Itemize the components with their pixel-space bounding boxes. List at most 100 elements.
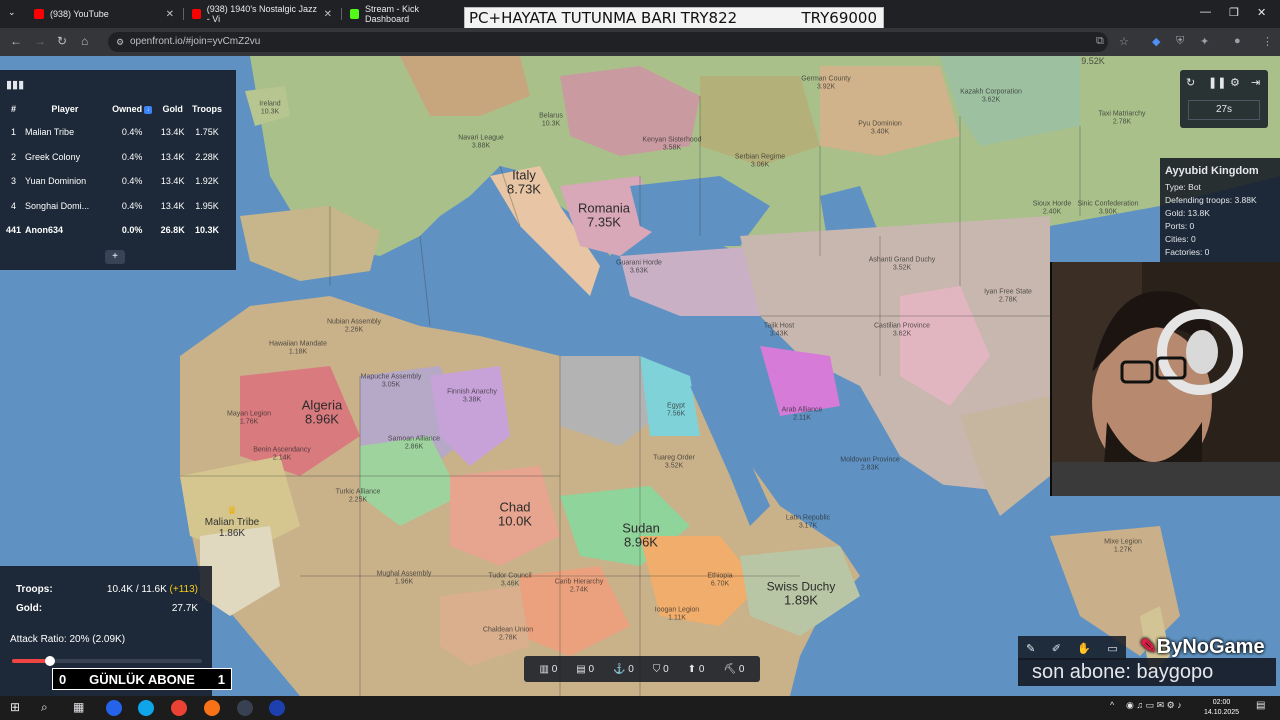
map-label-ethiopia[interactable]: Ethiopia 6.70K [707, 572, 732, 587]
map-label-ashanti[interactable]: Ashanti Grand Duchy 3.52K [869, 256, 936, 271]
forward-icon[interactable]: → [34, 34, 46, 48]
map-label-chaldean[interactable]: Chaldean Union 2.78K [483, 626, 533, 641]
copilot-icon[interactable] [106, 700, 122, 716]
map-label-belarus[interactable]: Belarus 10.3K [539, 112, 563, 127]
task-view-icon[interactable]: ▦ [73, 700, 84, 714]
chat-icon[interactable]: ▭ [1107, 642, 1117, 655]
col-player[interactable]: Player [23, 98, 107, 120]
address-bar[interactable]: ⚙ openfront.io/#join=yvCmZ2vu [108, 32, 1108, 52]
tab-search-icon[interactable]: ⌄ [8, 7, 16, 18]
search-icon[interactable]: ⌕ [41, 700, 48, 715]
obs-icon[interactable] [237, 700, 253, 716]
map-label-malian-tribe[interactable]: ♛ Malian Tribe 1.86K [205, 505, 259, 539]
defense-build[interactable]: ⛉ 0 [653, 664, 669, 675]
map-label-mixe[interactable]: Mixe Legion 1.27K [1104, 538, 1142, 553]
map-label-mapuche[interactable]: Mapuche Assembly 3.05K [361, 373, 422, 388]
home-icon[interactable]: ⌂ [81, 34, 88, 48]
map-label-hawaiian[interactable]: Hawaiian Mandate 1.18K [269, 340, 327, 355]
map-label-tudor[interactable]: Tudor Council 3.46K [488, 572, 531, 587]
map-label-sinic[interactable]: Sinic Confederation 3.90K [1077, 200, 1138, 215]
extension-icon[interactable]: ◆ [1152, 35, 1160, 48]
pencil-icon[interactable]: ✎ [1026, 642, 1035, 655]
map-label-egypt[interactable]: Egypt 7.56K [667, 402, 685, 417]
leaderboard-row[interactable]: 4 Songhai Domi... 0.4% 13.4K 1.95K [4, 194, 226, 219]
map-label-romania[interactable]: Romania 7.35K [578, 201, 630, 231]
map-label-chad[interactable]: Chad 10.0K [498, 500, 532, 530]
system-clock[interactable]: 02:00 14.10.2025 [1204, 698, 1239, 718]
map-label-swiss-duchy[interactable]: Swiss Duchy 1.89K [767, 580, 836, 608]
attack-ratio-knob[interactable] [45, 656, 55, 666]
map-label-german[interactable]: German County 3.92K [801, 75, 850, 90]
edge-icon[interactable] [138, 700, 154, 716]
firefox-icon[interactable] [204, 700, 220, 716]
leaderboard-row-self[interactable]: 441 Anon634 0.0% 26.8K 10.3K [4, 218, 226, 243]
map-label-algeria[interactable]: Algeria 8.96K [302, 398, 342, 428]
exit-icon[interactable]: ⇥ [1251, 76, 1260, 89]
map-label-ioogan[interactable]: Ioogan Legion 1.11K [655, 606, 699, 621]
tab-kick-dashboard[interactable]: Stream - Kick Dashboard [342, 4, 464, 24]
map-label-finnish[interactable]: Finnish Anarchy 3.38K [447, 388, 497, 403]
brush-icon[interactable]: ✐ [1052, 642, 1061, 655]
map-label-samoan[interactable]: Samoan Alliance 2.86K [388, 435, 440, 450]
site-info-icon[interactable]: ⚙ [116, 32, 124, 52]
close-tab-icon[interactable]: ✕ [166, 9, 174, 20]
settings-gear-icon[interactable]: ⚙ [1230, 76, 1240, 89]
map-label-benin[interactable]: Benin Ascendancy 2.14K [253, 446, 311, 461]
install-icon[interactable]: ⧉ [1096, 35, 1104, 48]
tab-jazz[interactable]: (938) 1940's Nostalgic Jazz - Vi ✕ [184, 4, 340, 24]
menu-kebab-icon[interactable]: ⋮ [1262, 35, 1273, 48]
map-label-castilian[interactable]: Castilian Province 3.62K [874, 322, 930, 337]
map-label-taxi[interactable]: Taxi Matriarchy 2.78K [1098, 110, 1145, 125]
col-troops[interactable]: Troops [188, 98, 226, 120]
col-gold[interactable]: Gold [157, 98, 187, 120]
leaderboard-row[interactable]: 3 Yuan Dominion 0.4% 13.4K 1.92K [4, 169, 226, 194]
sam-build[interactable]: ⛏ 0 [723, 664, 744, 675]
map-label-italy[interactable]: Italy 8.73K [507, 168, 541, 198]
minimize-icon[interactable]: — [1200, 6, 1211, 18]
restart-icon[interactable]: ↻ [1186, 76, 1195, 89]
map-label-turkic[interactable]: Turkic Alliance 2.25K [336, 488, 381, 503]
map-label-ireland[interactable]: Ireland 10.3K [259, 100, 280, 115]
close-window-icon[interactable]: ✕ [1257, 6, 1266, 19]
map-label-sudan[interactable]: Sudan 8.96K [622, 521, 660, 551]
map-label-guarani[interactable]: Guarani Horde 3.63K [616, 259, 662, 274]
map-label-mughal[interactable]: Mughal Assembly 1.96K [377, 570, 432, 585]
leaderboard-row[interactable]: 2 Greek Colony 0.4% 13.4K 2.28K [4, 145, 226, 170]
map-label-iyan[interactable]: Iyan Free State 2.78K [984, 288, 1032, 303]
profile-avatar-icon[interactable]: ● [1234, 35, 1241, 47]
chrome-icon[interactable] [171, 700, 187, 716]
leaderboard-row[interactable]: 1 Malian Tribe 0.4% 13.4K 1.75K [4, 120, 226, 145]
extensions-puzzle-icon[interactable]: ✦ [1200, 35, 1209, 48]
map-label-kenyan[interactable]: Kenyan Sisterhood 3.58K [642, 136, 701, 151]
map-label-tajik[interactable]: Tajik Host 3.43K [764, 322, 794, 337]
handshake-icon[interactable]: ✋ [1077, 642, 1091, 655]
pause-icon[interactable]: ❚❚ [1208, 76, 1226, 89]
map-label-arab[interactable]: Arab Alliance 2.11K [782, 406, 823, 421]
map-label-serbian[interactable]: Serbian Regime 3.06K [735, 153, 785, 168]
map-label-yaqui[interactable]: 9.52K [1081, 56, 1105, 67]
app-icon[interactable] [269, 700, 285, 716]
tray-icons[interactable]: ◉ ♫ ▭ ✉ ⚙ ♪ [1126, 700, 1182, 711]
close-tab-icon[interactable]: ✕ [324, 9, 332, 20]
bookmark-star-icon[interactable]: ☆ [1119, 35, 1129, 48]
back-icon[interactable]: ← [10, 34, 22, 48]
city-build[interactable]: ▥ 0 [539, 664, 557, 675]
expand-leaderboard-button[interactable]: + [105, 250, 125, 264]
map-label-moldovan[interactable]: Moldovan Province 2.83K [840, 456, 900, 471]
port-build[interactable]: ⚓ 0 [613, 664, 634, 675]
attack-ratio-slider[interactable] [12, 656, 202, 666]
map-label-kazakh[interactable]: Kazakh Corporation 3.62K [960, 88, 1022, 103]
map-label-sioux[interactable]: Sioux Horde 2.40K [1033, 200, 1072, 215]
map-label-latin[interactable]: Latin Republic 3.17K [786, 514, 830, 529]
col-owned[interactable]: Owned ↓ [107, 98, 158, 120]
map-label-carib[interactable]: Carib Hierarchy 2.74K [555, 578, 604, 593]
reload-icon[interactable]: ↻ [57, 34, 67, 48]
map-label-mayan[interactable]: Mayan Legion 1.76K [227, 410, 271, 425]
shield-extension-icon[interactable]: ⛨ [1176, 35, 1184, 48]
windows-start-icon[interactable]: ⊞ [10, 700, 20, 714]
map-label-pyu[interactable]: Pyu Dominion 3.40K [858, 120, 902, 135]
map-label-navari[interactable]: Navari League 3.88K [458, 134, 504, 149]
silo-build[interactable]: ⬆ 0 [688, 664, 705, 675]
tray-chevron-icon[interactable]: ^ [1110, 700, 1114, 710]
sort-icon[interactable]: ↓ [144, 105, 153, 114]
